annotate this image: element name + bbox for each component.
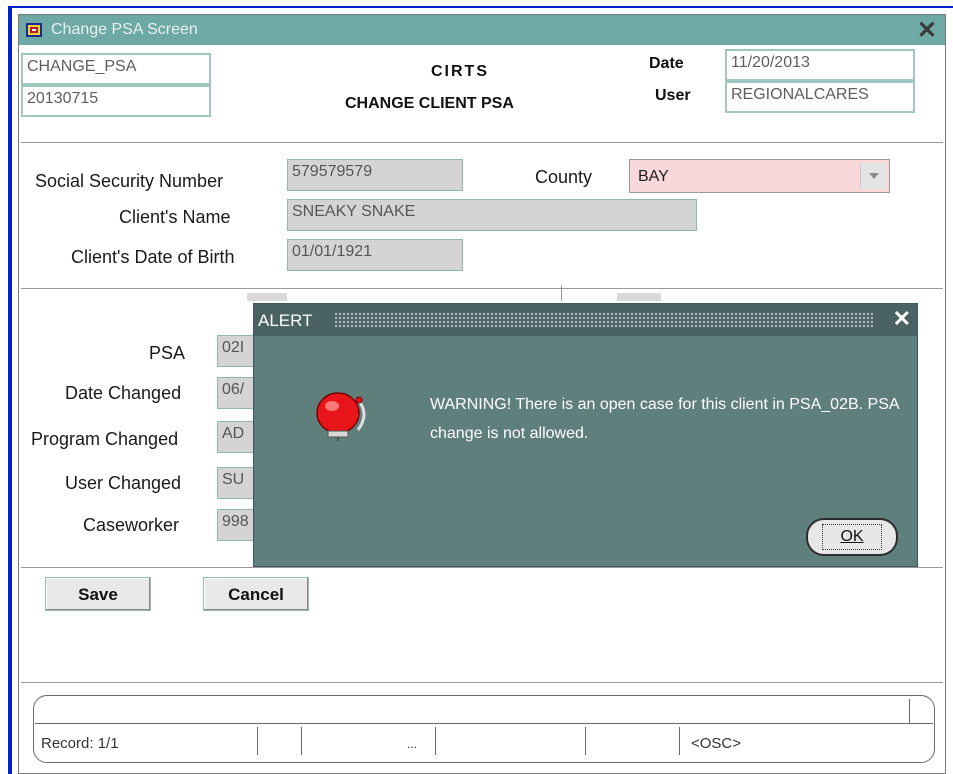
record-indicator: Record: 1/1 xyxy=(41,735,119,752)
column-header-stub xyxy=(247,293,287,301)
county-value: BAY xyxy=(638,168,669,185)
divider xyxy=(21,567,943,568)
titlebar-pattern xyxy=(334,312,874,328)
user-field[interactable]: REGIONALCARES xyxy=(725,81,915,113)
date-field[interactable]: 11/20/2013 xyxy=(725,49,915,81)
status-sep xyxy=(909,699,910,723)
osc-indicator: <OSC> xyxy=(691,735,742,752)
status-sep xyxy=(435,727,436,755)
close-icon[interactable]: ✕ xyxy=(893,306,911,332)
user-changed-label: User Changed xyxy=(65,473,182,493)
close-icon[interactable]: ✕ xyxy=(917,16,937,45)
app-name: CIRTS xyxy=(431,63,489,80)
client-name-label: Client's Name xyxy=(119,207,231,227)
divider xyxy=(21,288,943,289)
status-bar xyxy=(33,695,935,763)
divider xyxy=(561,285,562,301)
status-ellipsis: ... xyxy=(407,737,418,751)
status-sep xyxy=(585,727,586,755)
caseworker-label: Caseworker xyxy=(83,515,180,535)
divider xyxy=(21,142,943,143)
alert-title: ALERT xyxy=(258,311,313,330)
divider xyxy=(21,682,943,683)
client-name-field[interactable]: SNEAKY SNAKE xyxy=(287,199,697,231)
user-label: User xyxy=(655,87,691,104)
alert-titlebar: ALERT ✕ xyxy=(254,304,917,336)
ok-button[interactable]: OK xyxy=(806,518,898,556)
form-name-field[interactable]: CHANGE_PSA xyxy=(21,53,211,85)
window-titlebar: Change PSA Screen ✕ xyxy=(19,15,945,45)
county-label: County xyxy=(535,167,593,187)
status-sep xyxy=(679,727,680,755)
window-title: Change PSA Screen xyxy=(51,21,198,38)
change-psa-window: Change PSA Screen ✕ CHANGE_PSA 20130715 … xyxy=(18,14,946,774)
ssn-field[interactable]: 579579579 xyxy=(287,159,463,191)
ssn-label: Social Security Number xyxy=(35,171,224,191)
alert-message: WARNING! There is an open case for this … xyxy=(430,396,899,442)
status-sep xyxy=(301,727,302,755)
alert-dialog: ALERT ✕ WARNING! There is an open case f… xyxy=(253,303,918,567)
date-changed-label: Date Changed xyxy=(65,383,182,403)
program-changed-label: Program Changed xyxy=(31,429,179,449)
save-button[interactable]: Save xyxy=(45,577,151,611)
column-header-stub xyxy=(617,293,661,301)
dob-field[interactable]: 01/01/1921 xyxy=(287,239,463,271)
screen-title: CHANGE CLIENT PSA xyxy=(345,95,514,112)
frame-left-border xyxy=(8,6,12,774)
status-sep xyxy=(257,727,258,755)
county-select[interactable]: BAY xyxy=(629,159,890,193)
dropdown-arrow-icon[interactable] xyxy=(860,163,886,189)
psa-label: PSA xyxy=(149,343,186,363)
bell-icon xyxy=(316,392,366,441)
date-label: Date xyxy=(649,55,684,72)
app-icon xyxy=(26,23,42,37)
dob-label: Client's Date of Birth xyxy=(71,247,235,267)
frame-top-border xyxy=(8,6,953,8)
form-version-field[interactable]: 20130715 xyxy=(21,85,211,117)
status-bar-divider xyxy=(35,723,933,724)
cancel-button[interactable]: Cancel xyxy=(203,577,309,611)
focus-ring xyxy=(822,524,882,550)
